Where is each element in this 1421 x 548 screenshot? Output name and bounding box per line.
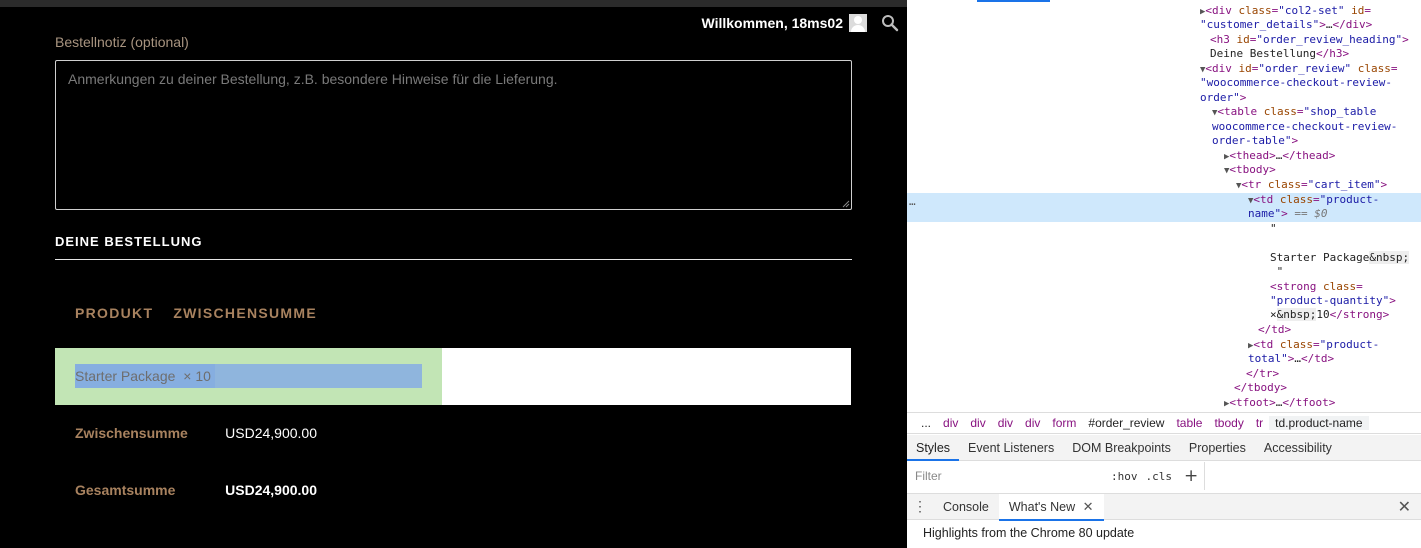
total-label: Gesamtsumme — [75, 482, 176, 498]
tree-line[interactable]: ▼<table class="shop_table — [1212, 105, 1376, 121]
close-tab-icon[interactable]: ✕ — [1083, 499, 1094, 514]
more-options-icon[interactable]: … — [909, 195, 916, 208]
cart-item-row: Starter Package × 10 — [55, 348, 851, 405]
breadcrumb-item[interactable]: form — [1046, 416, 1082, 430]
whats-new-content: Highlights from the Chrome 80 update — [923, 526, 1135, 540]
subtotal-value: USD24,900.00 — [225, 425, 317, 441]
tab-whats-new[interactable]: What's New ✕ — [998, 493, 1104, 521]
tree-line[interactable]: "customer_details">…</div> — [1200, 18, 1372, 33]
divider — [1204, 462, 1206, 490]
tree-line[interactable]: </tbody> — [1234, 381, 1287, 396]
tree-line[interactable]: total">…</td> — [1248, 352, 1334, 367]
product-quantity: × 10 — [183, 368, 211, 384]
breadcrumb-more[interactable]: ... — [915, 416, 937, 430]
tree-line[interactable]: " — [1270, 222, 1277, 237]
resize-grip-icon[interactable] — [842, 200, 850, 208]
tab-console[interactable]: Console — [933, 494, 999, 520]
styles-filter-bar: :hov .cls + — [907, 462, 1421, 490]
tree-line[interactable]: ▶<tfoot>…</tfoot> — [1224, 396, 1335, 410]
breadcrumb-item[interactable]: tbody — [1208, 416, 1249, 430]
tree-line-selected[interactable]: name"> == $0 — [1248, 207, 1328, 222]
drawer-menu-icon[interactable]: ⋮ — [907, 498, 933, 515]
tab-properties[interactable]: Properties — [1180, 435, 1255, 461]
breadcrumb-item[interactable]: div — [1019, 416, 1046, 430]
tree-line[interactable]: Deine Bestellung</h3> — [1210, 47, 1349, 62]
tree-line[interactable]: <strong class= — [1270, 280, 1363, 295]
breadcrumb: ... div div div div form #order_review t… — [907, 412, 1421, 434]
total-value: USD24,900.00 — [225, 482, 317, 498]
tree-line[interactable]: order-table"> — [1212, 134, 1298, 149]
tree-line[interactable]: </td> — [1258, 323, 1291, 338]
filter-input[interactable] — [915, 465, 1103, 487]
order-note-label: Bestellnotiz (optional) — [55, 34, 189, 50]
column-header-product: PRODUKT — [75, 305, 154, 321]
tree-line[interactable]: woocommerce-checkout-review- — [1212, 120, 1397, 135]
hov-button[interactable]: :hov — [1111, 470, 1138, 483]
elements-tree[interactable]: … ▶<div class="col2-set" id= "customer_d… — [907, 2, 1421, 410]
product-name: Starter Package × 10 — [75, 364, 215, 388]
welcome-text[interactable]: Willkommen, 18ms02 — [702, 15, 844, 31]
tree-line[interactable]: ×&nbsp;10</strong> — [1270, 308, 1389, 323]
breadcrumb-item[interactable]: table — [1170, 416, 1208, 430]
top-strip — [0, 0, 907, 7]
search-icon[interactable] — [881, 14, 899, 32]
breadcrumb-item[interactable]: div — [964, 416, 991, 430]
breadcrumb-item[interactable]: div — [937, 416, 964, 430]
tree-line[interactable]: "product-quantity"> — [1270, 294, 1396, 309]
tree-line[interactable]: " — [1270, 265, 1284, 280]
breadcrumb-item-selected[interactable]: td.product-name — [1269, 416, 1369, 430]
tree-line[interactable]: "woocommerce-checkout-review- — [1200, 76, 1392, 91]
add-rule-button[interactable]: + — [1184, 466, 1198, 486]
breadcrumb-item[interactable]: div — [992, 416, 1019, 430]
order-note-textarea[interactable]: Anmerkungen zu deiner Bestellung, z.B. b… — [55, 60, 852, 210]
tab-whats-new-label: What's New — [1008, 499, 1076, 514]
tree-line[interactable]: ▼<tr class="cart_item"> — [1236, 178, 1387, 194]
tree-line[interactable]: order"> — [1200, 91, 1246, 106]
drawer-tabs: ⋮ Console What's New ✕ ✕ — [907, 493, 1421, 521]
avatar[interactable] — [849, 14, 867, 32]
devtools-panel: … ▶<div class="col2-set" id= "customer_d… — [907, 0, 1421, 548]
subtotal-label: Zwischensumme — [75, 425, 188, 441]
tab-dom-breakpoints[interactable]: DOM Breakpoints — [1063, 435, 1180, 461]
cls-button[interactable]: .cls — [1146, 470, 1173, 483]
tab-styles[interactable]: Styles — [907, 435, 960, 461]
tree-line[interactable]: </tr> — [1246, 367, 1279, 382]
divider — [55, 259, 852, 260]
tree-line[interactable]: <h3 id="order_review_heading"> — [1210, 33, 1409, 48]
tab-event-listeners[interactable]: Event Listeners — [959, 435, 1063, 461]
tab-accessibility[interactable]: Accessibility — [1255, 435, 1341, 461]
breadcrumb-item[interactable]: tr — [1250, 416, 1269, 430]
column-header-subtotal: ZWISCHENSUMME — [173, 305, 317, 321]
user-welcome[interactable]: Willkommen, 18ms02 — [702, 13, 867, 33]
sidebar-tabs: Styles Event Listeners DOM Breakpoints P… — [907, 435, 1421, 461]
order-review-heading: DEINE BESTELLUNG — [55, 234, 203, 249]
tree-line[interactable]: Starter Package&nbsp; — [1270, 251, 1410, 266]
tree-line[interactable]: ▼<tbody> — [1224, 163, 1276, 179]
close-drawer-icon[interactable]: ✕ — [1398, 497, 1411, 517]
breadcrumb-item[interactable]: #order_review — [1082, 416, 1170, 430]
product-name-cell[interactable]: Starter Package × 10 — [55, 348, 442, 405]
product-title: Starter Package — [75, 368, 176, 384]
checkout-page: Willkommen, 18ms02 Bestellnotiz (optiona… — [0, 0, 907, 548]
